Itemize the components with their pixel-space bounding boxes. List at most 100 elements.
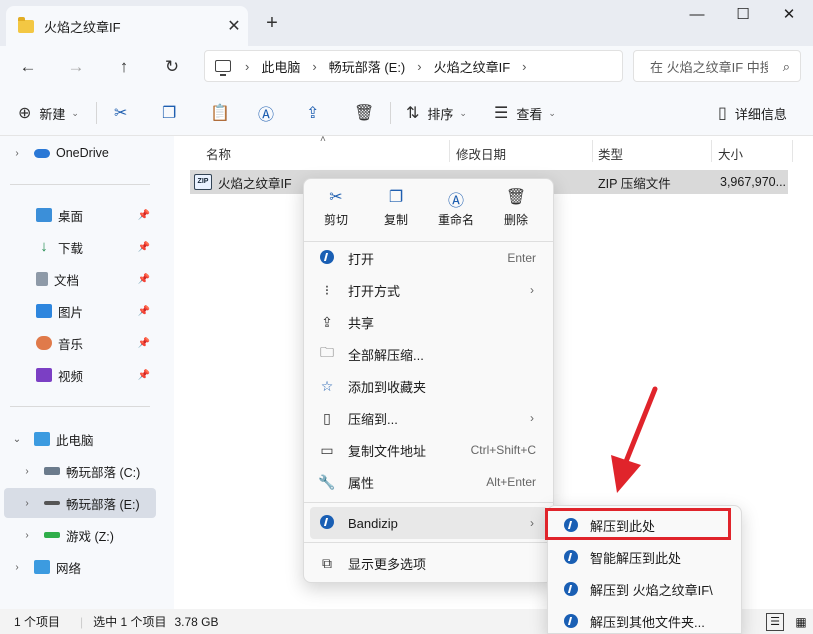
explorer-tab[interactable]: 火焰之纹章IF ✕ bbox=[6, 6, 248, 46]
pin-icon[interactable]: 📌 bbox=[138, 370, 150, 381]
breadcrumb-folder[interactable]: 火焰之纹章IF bbox=[434, 57, 511, 76]
submenu-item-label: 解压到其他文件夹... bbox=[590, 614, 705, 630]
tiles-view-icon[interactable]: ▦ bbox=[792, 613, 810, 631]
music-icon bbox=[36, 336, 52, 350]
menu-item-add-favorites[interactable]: ☆ 添加到收藏夹 bbox=[310, 370, 548, 402]
menu-item-share[interactable]: ⇪ 共享 bbox=[310, 306, 548, 338]
sidebar-item-downloads[interactable]: ↓ 下载 📌 bbox=[0, 232, 156, 262]
pin-icon[interactable]: 📌 bbox=[138, 210, 150, 221]
sidebar-item-drive-c[interactable]: › 畅玩部落 (C:) bbox=[0, 456, 156, 486]
pin-icon[interactable]: 📌 bbox=[138, 338, 150, 349]
back-arrow-icon[interactable]: ← bbox=[14, 54, 42, 80]
new-button[interactable]: ⊕ 新建 ⌄ bbox=[18, 102, 79, 124]
rename-menu-button[interactable]: Ⓐ 重命名 bbox=[426, 187, 486, 228]
menu-item-extract-all[interactable]: 🗀 全部解压缩... bbox=[310, 338, 548, 370]
computer-icon bbox=[34, 432, 50, 446]
submenu-extract-to-folder[interactable]: 解压到 火焰之纹章IF\ bbox=[554, 574, 737, 604]
menu-item-properties[interactable]: 🔧 属性 Alt+Enter bbox=[310, 466, 548, 498]
pin-icon[interactable]: 📌 bbox=[138, 242, 150, 253]
refresh-icon[interactable]: ↻ bbox=[158, 54, 186, 80]
chevron-right-icon[interactable]: › bbox=[20, 498, 34, 509]
chevron-down-icon: ⌄ bbox=[548, 107, 556, 118]
pin-icon[interactable]: 📌 bbox=[138, 274, 150, 285]
copy-path-icon: ▭ bbox=[320, 441, 334, 458]
menu-item-compress-to[interactable]: ▯ 压缩到... › bbox=[310, 402, 548, 434]
sidebar-item-drive-z[interactable]: › 游戏 (Z:) bbox=[0, 520, 156, 550]
menu-item-label: 属性 bbox=[348, 475, 375, 491]
menu-item-more-options[interactable]: ⧉ 显示更多选项 bbox=[310, 547, 548, 579]
forward-arrow-icon[interactable]: → bbox=[62, 54, 90, 80]
submenu-extract-other[interactable]: 解压到其他文件夹... bbox=[554, 606, 737, 634]
sidebar-item-network[interactable]: › 网络 bbox=[0, 552, 156, 582]
chevron-right-icon[interactable]: › bbox=[20, 466, 34, 477]
menu-item-label: Bandizip bbox=[348, 515, 398, 531]
breadcrumb-this-pc[interactable]: 此电脑 bbox=[261, 57, 300, 76]
search-input[interactable]: 在 火焰之纹章IF 中搜索 ⌕ bbox=[633, 50, 801, 82]
submenu-item-label: 解压到 火焰之纹章IF\ bbox=[590, 582, 713, 598]
menu-item-copy-path[interactable]: ▭ 复制文件地址 Ctrl+Shift+C bbox=[310, 434, 548, 466]
sidebar-item-label: 畅玩部落 (E:) bbox=[66, 497, 140, 512]
divider bbox=[304, 502, 553, 503]
column-header-modified[interactable]: 修改日期 bbox=[456, 140, 506, 166]
copy-button[interactable]: ❐ bbox=[162, 102, 184, 124]
details-button[interactable]: ▯ 详细信息 bbox=[718, 102, 787, 124]
view-button[interactable]: ☰ 查看 ⌄ bbox=[494, 102, 556, 124]
column-header-name[interactable]: 名称 bbox=[206, 140, 231, 166]
rename-button[interactable]: Ⓐ bbox=[258, 102, 282, 124]
sidebar-item-documents[interactable]: 文档 📌 bbox=[0, 264, 156, 294]
chevron-right-icon[interactable]: › bbox=[10, 562, 24, 573]
sidebar-scrollbar[interactable] bbox=[160, 136, 174, 609]
menu-item-label: 全部解压缩... bbox=[348, 347, 424, 363]
sidebar-item-label: 视频 bbox=[58, 369, 84, 384]
sidebar-item-label: 网络 bbox=[56, 561, 82, 576]
menu-item-label: 压缩到... bbox=[348, 411, 398, 427]
delete-button[interactable]: 🗑 bbox=[354, 102, 382, 124]
sidebar-item-label: 下载 bbox=[58, 241, 84, 256]
maximize-button[interactable]: ☐ bbox=[720, 4, 766, 28]
sidebar-item-this-pc[interactable]: ⌄ 此电脑 bbox=[0, 424, 156, 454]
rename-icon: Ⓐ bbox=[258, 107, 275, 124]
sidebar-item-onedrive[interactable]: › OneDrive bbox=[0, 138, 156, 168]
column-divider[interactable] bbox=[792, 140, 793, 162]
column-divider[interactable] bbox=[592, 140, 593, 162]
new-tab-button[interactable]: + bbox=[260, 12, 284, 36]
trash-icon: 🗑 bbox=[354, 105, 375, 122]
address-bar[interactable]: › 此电脑 › 畅玩部落 (E:) › 火焰之纹章IF › bbox=[204, 50, 623, 82]
cut-button[interactable]: ✂ bbox=[114, 102, 135, 124]
menu-item-label: 共享 bbox=[348, 315, 375, 331]
close-tab-button[interactable]: ✕ bbox=[220, 16, 248, 36]
breadcrumb-drive-e[interactable]: 畅玩部落 (E:) bbox=[329, 57, 406, 76]
menu-item-bandizip[interactable]: Bandizip › bbox=[310, 507, 548, 539]
minimize-button[interactable]: — bbox=[674, 4, 720, 28]
sidebar-item-videos[interactable]: 视频 📌 bbox=[0, 360, 156, 390]
close-window-button[interactable]: ✕ bbox=[766, 4, 812, 28]
file-type: ZIP 压缩文件 bbox=[598, 176, 671, 191]
menu-item-open[interactable]: 打开 Enter bbox=[310, 242, 548, 274]
chevron-right-icon: › bbox=[530, 516, 534, 530]
paste-button[interactable]: 📋 bbox=[210, 102, 238, 124]
delete-menu-button[interactable]: 🗑 删除 bbox=[486, 187, 546, 228]
column-divider[interactable] bbox=[711, 140, 712, 162]
column-header-size[interactable]: 大小 bbox=[718, 140, 743, 166]
details-view-icon[interactable]: ☰ bbox=[766, 613, 784, 631]
column-divider[interactable] bbox=[449, 140, 450, 162]
chevron-down-icon[interactable]: ⌄ bbox=[10, 434, 24, 445]
sidebar-item-drive-e[interactable]: › 畅玩部落 (E:) bbox=[4, 488, 156, 518]
share-icon: ⇪ bbox=[306, 105, 320, 122]
menu-item-open-with[interactable]: ⁝ 打开方式 › bbox=[310, 274, 548, 306]
column-header-type[interactable]: 类型 bbox=[598, 140, 623, 166]
sidebar-item-pictures[interactable]: 图片 📌 bbox=[0, 296, 156, 326]
zip-file-icon: ZIP bbox=[194, 174, 212, 190]
chevron-right-icon[interactable]: › bbox=[10, 148, 24, 159]
copy-menu-button[interactable]: ❐ 复制 bbox=[366, 187, 426, 228]
pin-icon[interactable]: 📌 bbox=[138, 306, 150, 317]
sort-button[interactable]: ⇅ 排序 ⌄ bbox=[406, 102, 467, 124]
menu-item-label: 显示更多选项 bbox=[348, 556, 427, 572]
sidebar-item-music[interactable]: 音乐 📌 bbox=[0, 328, 156, 358]
cut-menu-button[interactable]: ✂ 剪切 bbox=[306, 187, 366, 228]
share-button[interactable]: ⇪ bbox=[306, 102, 327, 124]
up-arrow-icon[interactable]: ↑ bbox=[110, 54, 138, 80]
submenu-smart-extract[interactable]: 智能解压到此处 bbox=[554, 542, 737, 572]
chevron-right-icon[interactable]: › bbox=[20, 530, 34, 541]
sidebar-item-desktop[interactable]: 桌面 📌 bbox=[0, 200, 156, 230]
